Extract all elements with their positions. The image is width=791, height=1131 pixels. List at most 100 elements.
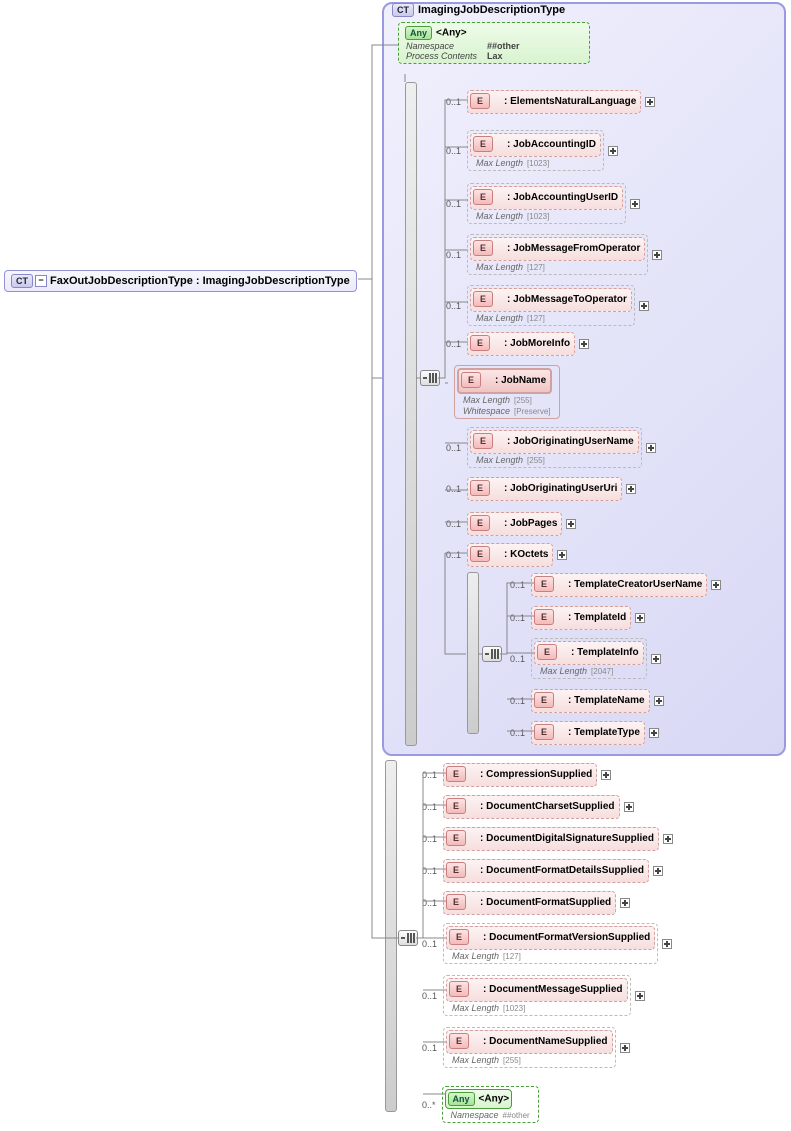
occurrence: 0..1: [446, 519, 461, 529]
expand-icon[interactable]: [651, 654, 661, 664]
sequence-icon: [420, 370, 440, 386]
element-box: E : CompressionSupplied: [443, 763, 597, 787]
occurrence: 0..1: [422, 866, 437, 876]
e-badge: E: [534, 692, 554, 708]
expand-icon[interactable]: [630, 199, 640, 209]
sequence-bar: [385, 760, 397, 1112]
e-badge: E: [537, 644, 557, 660]
element-wrapper: E: JobAccountingIDMax Length[1023]: [467, 130, 604, 171]
occurrence: 0..1: [422, 834, 437, 844]
expand-icon[interactable]: [608, 146, 618, 156]
element-name: : JobMessageToOperator: [507, 294, 627, 305]
element-name: : ElementsNaturalLanguage: [504, 96, 636, 107]
element-name: : TemplateType: [568, 727, 640, 738]
any-badge: Any: [405, 26, 432, 40]
occurrence: 0..1: [510, 580, 525, 590]
expand-icon[interactable]: [649, 728, 659, 738]
element-name: : DocumentFormatDetailsSupplied: [480, 865, 644, 876]
element-row: 0..1E: JobMessageFromOperatorMax Length[…: [446, 234, 662, 275]
sequence-bar: [467, 572, 479, 734]
expand-icon[interactable]: [652, 250, 662, 260]
element-name: : TemplateName: [568, 695, 645, 706]
expand-icon[interactable]: [653, 866, 663, 876]
element-name: : JobOriginatingUserName: [507, 436, 634, 447]
e-badge: E: [473, 136, 493, 152]
e-badge: E: [470, 480, 490, 496]
expand-icon[interactable]: [635, 613, 645, 623]
e-badge: E: [446, 862, 466, 878]
root-complex-type: CT−FaxOutJobDescriptionType : ImagingJob…: [4, 270, 357, 292]
element-name: : DocumentFormatSupplied: [480, 897, 611, 908]
element-box: E : DocumentFormatSupplied: [443, 891, 616, 915]
expand-icon[interactable]: [663, 834, 673, 844]
element-row: 0..1E: TemplateId: [510, 606, 645, 630]
element-row: 0..1 E : JobMoreInfo: [446, 332, 589, 356]
element-name: : DocumentDigitalSignatureSupplied: [480, 833, 654, 844]
occurrence: 0..1: [446, 339, 461, 349]
e-badge: E: [473, 189, 493, 205]
expand-icon[interactable]: [557, 550, 567, 560]
expand-icon[interactable]: [711, 580, 721, 590]
e-badge: E: [449, 981, 469, 997]
e-badge: E: [446, 894, 466, 910]
element-box: E : ElementsNaturalLanguage: [467, 90, 641, 114]
sequence-icon: [482, 646, 502, 662]
e-badge: E: [446, 766, 466, 782]
occurrence: 0..1: [446, 97, 461, 107]
expand-icon[interactable]: −: [35, 275, 47, 287]
element-name: : TemplateId: [568, 612, 626, 623]
any-props: Namespace##other Process ContentsLax: [401, 41, 525, 61]
element-wrapper: E: JobMessageFromOperatorMax Length[127]: [467, 234, 648, 275]
e-badge: E: [470, 93, 490, 109]
expand-icon[interactable]: [620, 898, 630, 908]
element-box: E: TemplateType: [531, 721, 645, 745]
element-row: 0..1E: JobAccountingUserIDMax Length[102…: [446, 183, 640, 224]
element-row: 0..1E: TemplateInfoMax Length[2047]: [510, 638, 661, 679]
expand-icon[interactable]: [635, 991, 645, 1001]
occurrence: 0..1: [422, 1043, 437, 1053]
occurrence: 0..1: [510, 613, 525, 623]
element-name: : JobOriginatingUserUri: [504, 483, 617, 494]
element-row: 0..1 E: DocumentNameSuppliedMax Length[25…: [422, 1027, 630, 1068]
e-badge: E: [473, 291, 493, 307]
e-badge: E: [449, 1033, 469, 1049]
e-badge: E: [473, 240, 493, 256]
expand-icon[interactable]: [646, 443, 656, 453]
element-box: E : TemplateName: [531, 689, 650, 713]
element-box: E: TemplateCreatorUserName: [531, 573, 707, 597]
expand-icon[interactable]: [620, 1043, 630, 1053]
element-wrapper: E: DocumentNameSuppliedMax Length[255]: [443, 1027, 615, 1068]
occurrence: 0..1: [446, 484, 461, 494]
expand-icon[interactable]: [654, 696, 664, 706]
element-box: E: DocumentCharsetSupplied: [443, 795, 619, 819]
expand-icon[interactable]: [639, 301, 649, 311]
element-row: 0..1 E : JobOriginatingUserUri: [446, 477, 636, 501]
e-badge: E: [470, 335, 490, 351]
element-wrapper: E: JobAccountingUserIDMax Length[1023]: [467, 183, 626, 224]
e-badge: E: [446, 830, 466, 846]
element-name: : CompressionSupplied: [480, 769, 592, 780]
element-box: E: JobPages: [467, 512, 562, 536]
any-element-top: Any<Any> Namespace##other Process Conten…: [398, 22, 590, 64]
any-element-bottom-row: 0..* Any<Any> Namespace##other: [422, 1086, 539, 1123]
element-row: 0..1E: CompressionSupplied: [422, 763, 611, 787]
element-name: : JobMessageFromOperator: [507, 243, 640, 254]
element-wrapper: E: TemplateInfoMax Length[2047]: [531, 638, 647, 679]
element-box: E : DocumentDigitalSignatureSupplied: [443, 827, 659, 851]
element-name: : DocumentCharsetSupplied: [480, 801, 614, 812]
element-box: E : JobOriginatingUserUri: [467, 477, 622, 501]
element-wrapper: E: JobNameMax Length[255]Whitespace[Pres…: [454, 365, 560, 419]
expand-icon[interactable]: [624, 802, 634, 812]
expand-icon[interactable]: [645, 97, 655, 107]
element-row: 0..1E: JobOriginatingUserNameMax Length[…: [446, 427, 656, 468]
expand-icon[interactable]: [566, 519, 576, 529]
element-row: 0..1E: TemplateName: [510, 689, 664, 713]
element-name: : JobMoreInfo: [504, 338, 570, 349]
occurrence: 0..1: [446, 146, 461, 156]
expand-icon[interactable]: [662, 939, 672, 949]
e-badge: E: [461, 372, 481, 388]
expand-icon[interactable]: [626, 484, 636, 494]
element-name: : JobAccountingUserID: [507, 192, 618, 203]
expand-icon[interactable]: [579, 339, 589, 349]
expand-icon[interactable]: [601, 770, 611, 780]
